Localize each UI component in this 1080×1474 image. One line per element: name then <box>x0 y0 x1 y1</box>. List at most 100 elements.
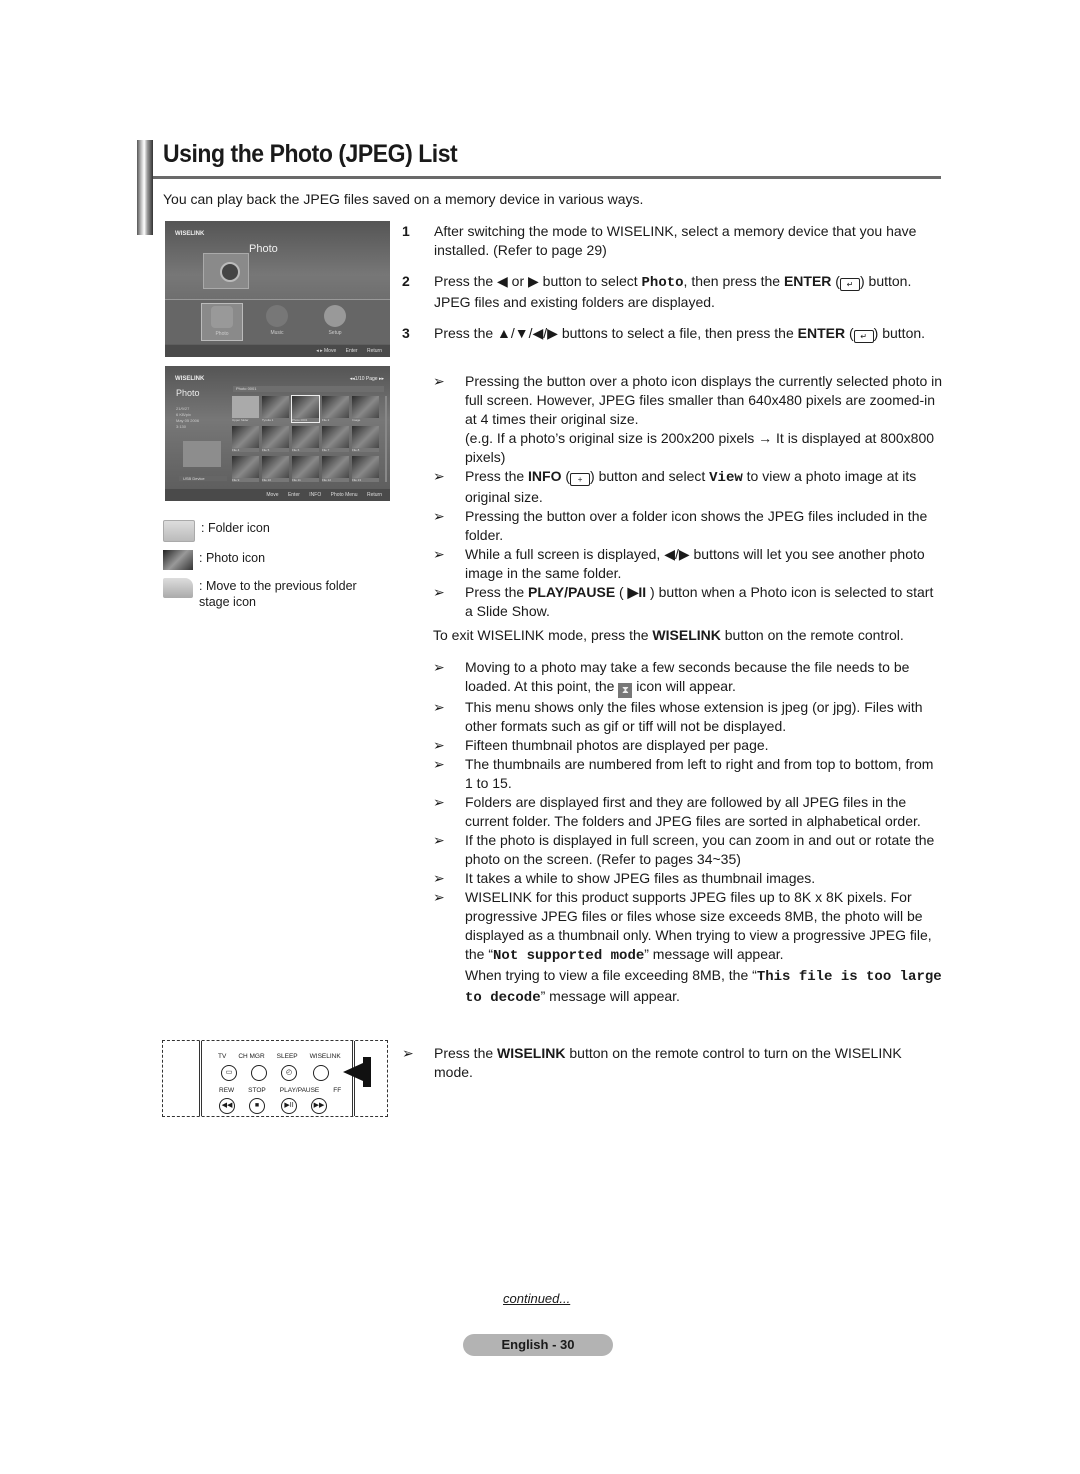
arrow-icon: ➢ <box>433 737 445 753</box>
thumbnail: File 7 <box>322 426 349 452</box>
tv-button-icon: ▭ <box>221 1065 237 1081</box>
wiselink-logo: WISELINK <box>175 376 205 382</box>
thumbnail-grid: Upper folder Tyrolia 1 Photo 0001 File 2… <box>232 395 382 482</box>
fast-forward-icon: ▶▶ <box>311 1098 327 1114</box>
hero-title: Photo <box>249 243 278 255</box>
notes-list: ➢ Moving to a photo may take a few second… <box>433 658 943 1008</box>
wiselink-logo: WISELINK <box>175 231 205 237</box>
photo-icon <box>211 306 233 328</box>
enter-key-icon: ↵ <box>839 278 860 291</box>
note-item: ➢ Pressing the button over a folder icon … <box>433 508 928 543</box>
thumbnail: File 12 <box>322 456 349 482</box>
remote-labels-bottom: REW STOP PLAY/PAUSE FF <box>219 1087 342 1094</box>
note-item: ➢ If the photo is displayed in full scree… <box>433 832 935 867</box>
note-item: ➢ The thumbnails are numbered from left t… <box>433 756 934 791</box>
menu-item-photo: Photo <box>201 303 243 341</box>
arrow-icon: ➢ <box>433 373 445 389</box>
thumbnail: File 4 <box>232 426 259 452</box>
note-item: ➢ Moving to a photo may take a few second… <box>433 659 910 698</box>
previous-folder-icon <box>163 578 193 598</box>
thumbnail: File 10 <box>262 456 289 482</box>
note-item: ➢ Press the PLAY/PAUSE ( ▶II ) button whe… <box>433 584 934 619</box>
legend-item: : Photo icon <box>163 550 381 570</box>
gear-icon <box>324 305 346 327</box>
folder-icon <box>163 520 195 542</box>
arrow-icon: ➢ <box>433 870 445 886</box>
continued-label: continued... <box>503 1291 571 1306</box>
legend-item: : Folder icon <box>163 520 381 542</box>
photo-icon <box>163 550 193 570</box>
camera-icon <box>183 441 221 467</box>
thumbnail: File 13 <box>352 456 379 482</box>
wiselink-button-icon <box>313 1065 329 1081</box>
thumbnail: File 8 <box>352 426 379 452</box>
folder-path: Photo 0001 <box>233 386 384 392</box>
exit-instruction: To exit WISELINK mode, press the WISELIN… <box>433 627 904 643</box>
stop-icon: ■ <box>249 1098 265 1114</box>
thumbnail: File 2 <box>322 396 349 422</box>
headphones-icon <box>266 305 288 327</box>
note-item: ➢ Fifteen thumbnail photos are displayed … <box>433 737 769 753</box>
step-1: 1 After switching the mode to WISELINK, … <box>402 223 917 258</box>
arrow-icon: ➢ <box>433 832 445 848</box>
thumbnail: File 5 <box>262 426 289 452</box>
hourglass-icon: ⧗ <box>618 683 633 698</box>
photo-list-screenshot: WISELINK Photo 21/9/27 6 KB/pix May 05 2… <box>165 366 390 501</box>
arrow-icon: ➢ <box>433 756 445 772</box>
thumbnail: Tyrolia 1 <box>262 396 289 422</box>
page-number-badge: English - 30 <box>463 1334 613 1356</box>
scrollbar <box>385 396 387 482</box>
screen-footer: Move Enter INFO Photo Menu Return <box>165 489 390 501</box>
thumbnail: File 11 <box>292 456 319 482</box>
file-info: 21/9/27 6 KB/pix May 05 2006 3:130 <box>176 406 200 429</box>
thumbnail: File 6 <box>292 426 319 452</box>
note-item: ➢ It takes a while to show JPEG files as … <box>433 870 816 886</box>
page-indicator: ◂◂1/10 Page ▸▸ <box>349 376 384 382</box>
enter-key-icon: ↵ <box>853 330 874 343</box>
panel-title: Photo <box>176 388 200 398</box>
legend-item: : Move to the previous folder stage icon <box>163 578 381 610</box>
step-2: 2 Press the ◀ or ▶ button to select Phot… <box>402 273 912 310</box>
pointer-bar <box>363 1057 371 1087</box>
pointer-arrow-icon <box>343 1063 363 1081</box>
arrow-icon: ➢ <box>433 794 445 810</box>
note-item: ➢ While a full screen is displayed, ◀/▶ b… <box>433 546 925 581</box>
play-pause-icon: ▶II <box>281 1098 297 1114</box>
arrow-icon: ➢ <box>433 699 445 715</box>
page-title: Using the Photo (JPEG) List <box>163 140 458 168</box>
note-item: ➢ This menu shows only the files whose ex… <box>433 699 923 734</box>
menu-item-setup: Setup <box>315 303 355 339</box>
arrow-icon: ➢ <box>433 584 445 600</box>
arrow-icon: ➢ <box>433 508 445 524</box>
info-key-icon: + <box>570 473 591 486</box>
note-item: ➢ WISELINK for this product supports JPEG… <box>433 889 942 1006</box>
arrow-icon: ➢ <box>433 659 445 675</box>
remote-control-illustration: TV CH MGR SLEEP WISELINK ▭ ◴ REW STOP PL… <box>162 1040 388 1117</box>
camera-icon <box>203 253 249 289</box>
thumbnail-selected: Photo 0001 <box>291 395 320 423</box>
section-bar <box>137 140 153 235</box>
step-3: 3 Press the ▲/▼/◀/▶ buttons to select a … <box>402 325 926 343</box>
device-label: USB Device <box>179 476 227 481</box>
intro-text: You can play back the JPEG files saved o… <box>163 191 644 207</box>
ch-mgr-button-icon <box>251 1065 267 1081</box>
arrow-icon: ➢ <box>402 1045 414 1061</box>
thumbnail: File 9 <box>232 456 259 482</box>
remote-labels-top: TV CH MGR SLEEP WISELINK <box>218 1053 341 1060</box>
arrow-icon: ➢ <box>433 889 445 905</box>
arrow-icon: ➢ <box>433 468 445 484</box>
arrow-icon: ➢ <box>433 546 445 562</box>
remote-note: ➢ Press the WISELINK button on the remote… <box>402 1045 902 1080</box>
menu-item-music: Music <box>257 303 297 339</box>
play-pause-icon: ▶II <box>627 584 647 600</box>
icon-legend: : Folder icon : Photo icon : Move to the… <box>163 520 381 618</box>
thumbnail: Upper folder <box>232 396 259 422</box>
rewind-icon: ◀◀ <box>219 1098 235 1114</box>
sleep-button-icon: ◴ <box>281 1065 297 1081</box>
steps-list: 1 After switching the mode to WISELINK, … <box>402 222 942 355</box>
note-item: ➢ Folders are displayed first and they ar… <box>433 794 921 829</box>
screen-footer: ◂ ▸ Move Enter Return <box>165 345 390 357</box>
notes-list: ➢ Pressing the button over a photo icon d… <box>433 372 943 621</box>
note-item: ➢ Press the INFO (+) button and select Vi… <box>433 468 917 505</box>
thumbnail: Image <box>352 396 379 422</box>
